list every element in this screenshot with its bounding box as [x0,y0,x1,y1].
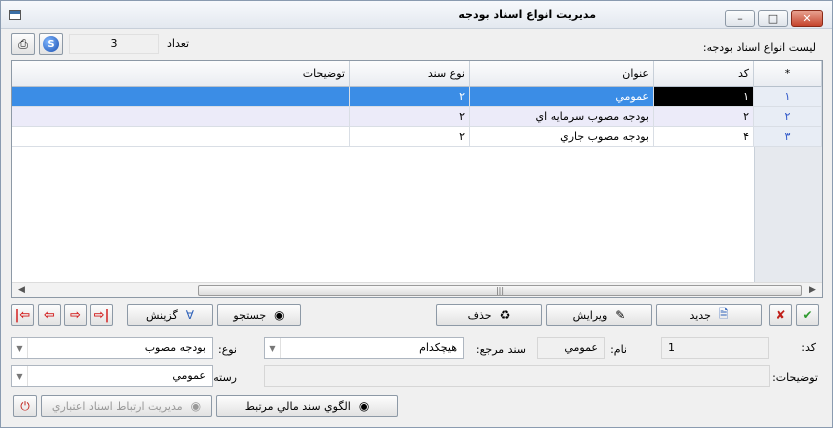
credit-link-management-button[interactable]: ◉ مديريت ارتباط اسناد اعتباري [41,395,212,417]
left-arrow-icon: ⇦ [44,307,55,323]
description-label: توضيحات: [772,371,818,384]
confirm-button[interactable]: ✔ [796,304,819,326]
edit-button[interactable]: ✎ ويرايش [546,304,652,326]
type-select[interactable]: بودجه مصوب ▼ [11,337,213,359]
category-label: رسته: [209,371,237,384]
category-value: عمومي [172,369,206,382]
filter-label: گزينش [146,308,178,322]
print-button[interactable]: ⎙ [11,33,35,55]
pattern-button-label: الگوي سند مالي مرتبط [244,399,351,413]
web-button[interactable]: S [39,33,63,55]
search-label: جستجو [233,308,267,322]
description-field[interactable] [264,365,770,387]
ref-doc-select[interactable]: هيچکدام ▼ [264,337,464,359]
globe-icon: S [43,36,59,52]
cell-title[interactable]: بودجه مصوب سرمايه اي [470,107,654,126]
grid-header: * کد عنوان نوع سند توضيحات [12,61,822,87]
name-field[interactable]: عمومي [537,337,605,359]
window-icon [9,10,21,20]
cell-code[interactable]: ١ [654,87,754,106]
scroll-thumb[interactable]: ||| [198,285,802,296]
top-toolbar: ⎙ S 3 تعداد ليست انواع اسناد بودجه: [1,33,832,57]
main-window: مديريت انواع اسناد بودجه – □ ✕ ⎙ S 3 تعد… [0,0,833,428]
first-record-button[interactable]: |⇦ [11,304,34,326]
horizontal-scrollbar[interactable]: ◀ ||| ▶ [12,282,822,297]
title-bar: مديريت انواع اسناد بودجه – □ ✕ [1,1,832,29]
next-record-button[interactable]: ⇨ [64,304,87,326]
chevron-down-icon[interactable]: ▼ [12,366,28,386]
new-button[interactable]: 🗎 جديد [656,304,762,326]
cell-title[interactable]: بودجه مصوب جاري [470,127,654,146]
cell-title[interactable]: عمومي [470,87,654,106]
cancel-icon: ✘ [775,308,786,322]
binoculars-icon: ◉ [274,308,285,322]
cell-type[interactable]: ٢ [350,107,470,126]
minimize-button[interactable]: – [725,10,755,27]
column-header-rownum: * [754,61,822,87]
scroll-right-icon[interactable]: ▶ [805,283,820,297]
type-value: بودجه مصوب [144,341,206,354]
ref-doc-label: سند مرجع: [475,343,526,356]
credit-button-label: مديريت ارتباط اسناد اعتباري [51,399,183,413]
maximize-button[interactable]: □ [758,10,788,27]
row-number: ٣ [754,127,822,146]
last-record-button[interactable]: ⇨| [90,304,113,326]
filter-button[interactable]: ∀ گزينش [127,304,213,326]
cell-desc[interactable] [12,127,350,146]
table-row[interactable]: ١ ١ عمومي ٢ [12,87,822,107]
chevron-down-icon[interactable]: ▼ [12,338,28,358]
edit-icon: ✎ [615,308,626,322]
previous-record-button[interactable]: ⇦ [38,304,61,326]
row-number: ١ [754,87,822,106]
window-title: مديريت انواع اسناد بودجه [458,8,596,21]
first-arrow-icon: |⇦ [14,307,31,323]
exit-button[interactable]: ⏻ [13,395,37,417]
right-arrow-icon: ⇨ [70,307,81,323]
new-label: جديد [689,308,711,322]
chevron-down-icon[interactable]: ▼ [265,338,281,358]
cell-desc[interactable] [12,107,350,126]
table-row[interactable]: ٢ ٢ بودجه مصوب سرمايه اي ٢ [12,107,822,127]
delete-button[interactable]: ♻ حذف [436,304,542,326]
budget-doc-types-grid[interactable]: * کد عنوان نوع سند توضيحات ١ ١ عمومي ٢ ٢… [11,60,823,298]
count-label: تعداد [167,37,190,50]
new-document-icon: 🗎 [718,306,729,321]
row-number: ٢ [754,107,822,126]
name-label: نام: [610,343,627,356]
last-arrow-icon: ⇨| [93,307,110,323]
delete-label: حذف [467,308,492,322]
binoculars-icon: ◉ [190,399,202,413]
category-select[interactable]: عمومي ▼ [11,365,213,387]
column-header-code[interactable]: کد [654,61,754,87]
cell-code[interactable]: ۴ [654,127,754,146]
trash-icon: ♻ [499,308,511,322]
filter-icon: ∀ [185,308,194,322]
column-header-title[interactable]: عنوان [470,61,654,87]
close-button[interactable]: ✕ [791,10,823,27]
cell-desc[interactable] [12,87,350,106]
record-count: 3 [69,34,159,54]
ref-doc-value: هيچکدام [419,341,457,354]
scroll-left-icon[interactable]: ◀ [14,283,29,297]
cell-type[interactable]: ٢ [350,87,470,106]
code-field[interactable]: 1 [661,337,769,359]
list-label: ليست انواع اسناد بودجه: [702,41,816,54]
cancel-button[interactable]: ✘ [769,304,792,326]
cell-type[interactable]: ٢ [350,127,470,146]
printer-icon: ⎙ [18,36,28,51]
related-financial-pattern-button[interactable]: ◉ الگوي سند مالي مرتبط [216,395,398,417]
type-label: نوع: [217,343,237,356]
cell-code[interactable]: ٢ [654,107,754,126]
edit-label: ويرايش [572,308,608,322]
code-label: کد: [801,341,816,354]
search-button[interactable]: ◉ جستجو [217,304,301,326]
power-icon: ⏻ [20,398,30,413]
binoculars-icon: ◉ [358,399,370,413]
column-header-desc[interactable]: توضيحات [12,61,350,87]
column-header-type[interactable]: نوع سند [350,61,470,87]
table-row[interactable]: ٣ ۴ بودجه مصوب جاري ٢ [12,127,822,147]
check-icon: ✔ [802,308,813,322]
